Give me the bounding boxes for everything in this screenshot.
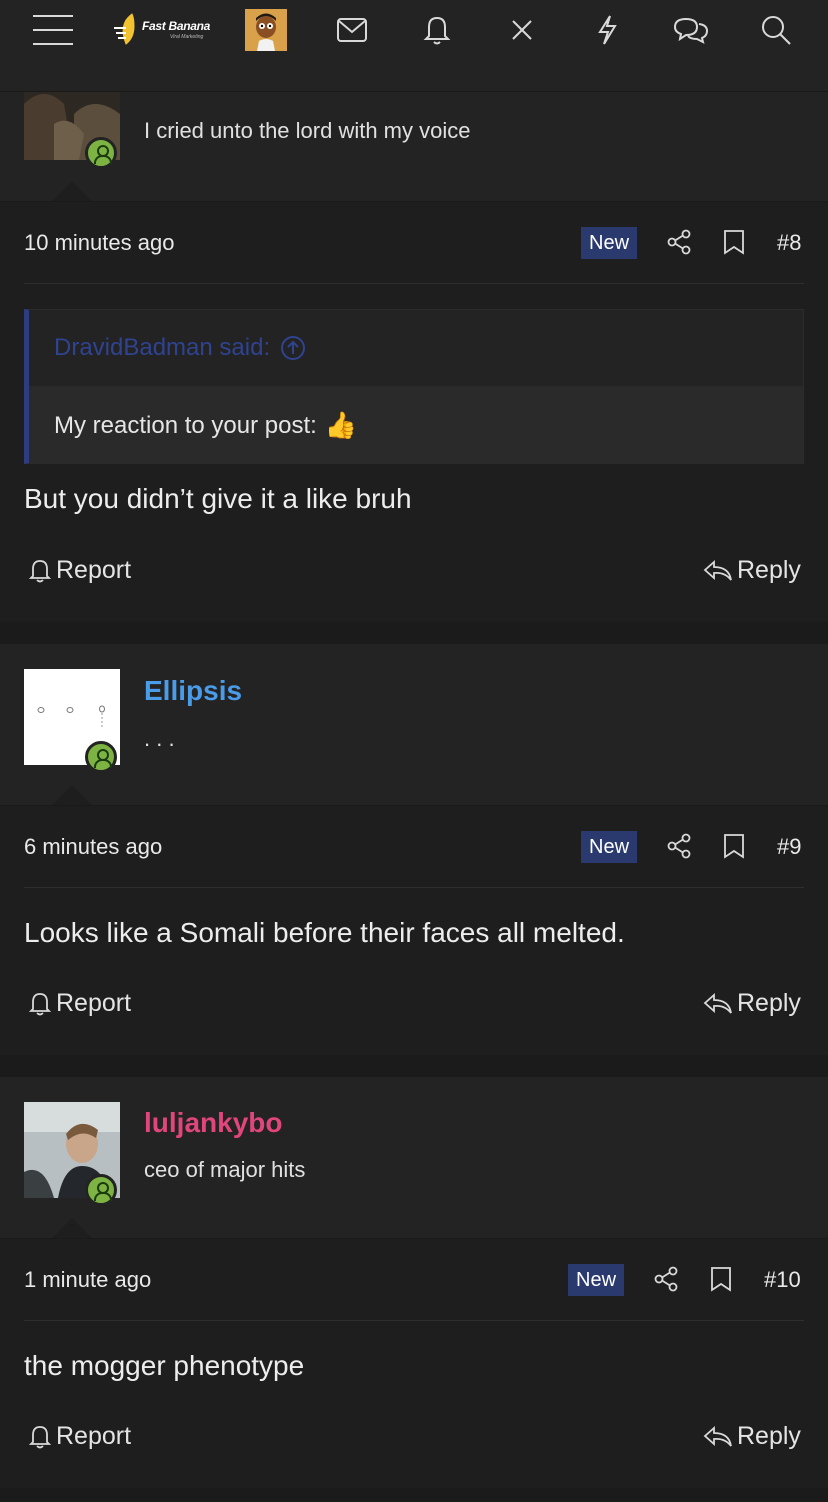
post-meta-bar: 1 minute ago New #10 xyxy=(0,1238,828,1320)
quote-author[interactable]: DravidBadman said: xyxy=(54,334,270,362)
user-title: . . . xyxy=(144,726,175,751)
share-icon[interactable] xyxy=(653,1265,681,1293)
bookmark-icon[interactable] xyxy=(707,1265,735,1293)
username[interactable]: luljankybo xyxy=(144,1107,282,1139)
divider xyxy=(24,887,804,888)
post-meta-bar: 10 minutes ago New #8 xyxy=(0,201,828,283)
post-meta-bar: 6 minutes ago New #9 xyxy=(0,805,828,887)
online-status-badge xyxy=(85,137,117,169)
bookmark-icon[interactable] xyxy=(720,832,748,860)
reply-arrow-icon xyxy=(703,992,732,1014)
quote-content: My reaction to your post: 👍 xyxy=(29,386,803,464)
site-logo[interactable]: Fast Banana Viral Marketing xyxy=(112,10,230,50)
post-separator xyxy=(0,1055,828,1077)
reply-arrow-icon xyxy=(703,559,732,581)
post-pointer xyxy=(52,785,92,805)
post-timestamp[interactable]: 1 minute ago xyxy=(24,1267,151,1293)
share-icon[interactable] xyxy=(666,228,694,256)
reply-button[interactable]: Reply xyxy=(703,989,801,1018)
post-text: the mogger phenotype xyxy=(24,1350,305,1381)
thumbs-up-emoji: 👍 xyxy=(324,410,358,440)
reply-label: Reply xyxy=(737,556,801,584)
report-label: Report xyxy=(56,1422,132,1450)
reply-label: Reply xyxy=(737,1422,801,1450)
report-button[interactable]: Report xyxy=(28,989,131,1018)
lightning-icon[interactable] xyxy=(585,8,629,52)
bell-icon xyxy=(28,1425,52,1448)
post-separator xyxy=(0,1488,828,1502)
divider xyxy=(24,1320,804,1321)
bell-icon xyxy=(28,559,52,582)
post-pointer xyxy=(52,181,92,201)
menu-icon[interactable] xyxy=(31,8,75,52)
reply-button[interactable]: Reply xyxy=(703,556,801,585)
post-body: DravidBadman said: My reaction to your p… xyxy=(0,283,828,622)
reply-button[interactable]: Reply xyxy=(703,1422,801,1451)
quote-author-link[interactable]: DravidBadman said: xyxy=(54,334,306,362)
report-button[interactable]: Report xyxy=(28,556,131,585)
new-badge: New xyxy=(568,1264,625,1296)
post-number[interactable]: #9 xyxy=(777,834,801,860)
new-badge: New xyxy=(581,227,638,259)
bookmark-icon[interactable] xyxy=(720,228,748,256)
reply-label: Reply xyxy=(737,989,801,1017)
post-body: the mogger phenotype Report Reply xyxy=(0,1320,828,1488)
post-separator xyxy=(0,622,828,644)
bell-icon[interactable] xyxy=(415,8,459,52)
post-9: Ellipsis . . . 6 minutes ago New #9 Look… xyxy=(0,644,828,1055)
user-title: I cried unto the lord with my voice xyxy=(144,118,471,143)
close-icon[interactable] xyxy=(500,8,544,52)
logo-name: Fast Banana xyxy=(142,19,211,33)
post-8: I cried unto the lord with my voice 10 m… xyxy=(0,0,828,622)
user-avatar[interactable] xyxy=(245,9,287,51)
post-text: But you didn’t give it a like bruh xyxy=(24,483,412,514)
report-label: Report xyxy=(56,989,132,1017)
post-number[interactable]: #10 xyxy=(764,1267,801,1293)
post-10: luljankybo ceo of major hits 1 minute ag… xyxy=(0,1077,828,1488)
quote-block: DravidBadman said: My reaction to your p… xyxy=(24,309,804,464)
post-number[interactable]: #8 xyxy=(777,230,801,256)
chat-bubbles-icon[interactable] xyxy=(669,8,713,52)
logo-tagline: Viral Marketing xyxy=(170,34,204,40)
report-label: Report xyxy=(56,556,132,584)
post-timestamp[interactable]: 6 minutes ago xyxy=(24,834,162,860)
online-status-badge xyxy=(85,1174,117,1206)
new-badge: New xyxy=(581,831,638,863)
reply-arrow-icon xyxy=(703,1425,732,1447)
post-pointer xyxy=(52,1218,92,1238)
online-status-badge xyxy=(85,741,117,773)
search-icon[interactable] xyxy=(754,8,798,52)
username[interactable]: Ellipsis xyxy=(144,675,242,707)
post-body: Looks like a Somali before their faces a… xyxy=(0,887,828,1055)
bell-icon xyxy=(28,992,52,1015)
post-timestamp[interactable]: 10 minutes ago xyxy=(24,230,174,256)
divider xyxy=(24,283,804,284)
quote-text: My reaction to your post: xyxy=(54,411,317,439)
user-title: ceo of major hits xyxy=(144,1157,306,1182)
post-text: Looks like a Somali before their faces a… xyxy=(24,917,625,948)
envelope-icon[interactable] xyxy=(330,8,374,52)
report-button[interactable]: Report xyxy=(28,1422,131,1451)
jump-to-quote-icon[interactable] xyxy=(280,335,306,361)
share-icon[interactable] xyxy=(666,832,694,860)
top-navbar: Fast Banana Viral Marketing xyxy=(0,0,828,92)
